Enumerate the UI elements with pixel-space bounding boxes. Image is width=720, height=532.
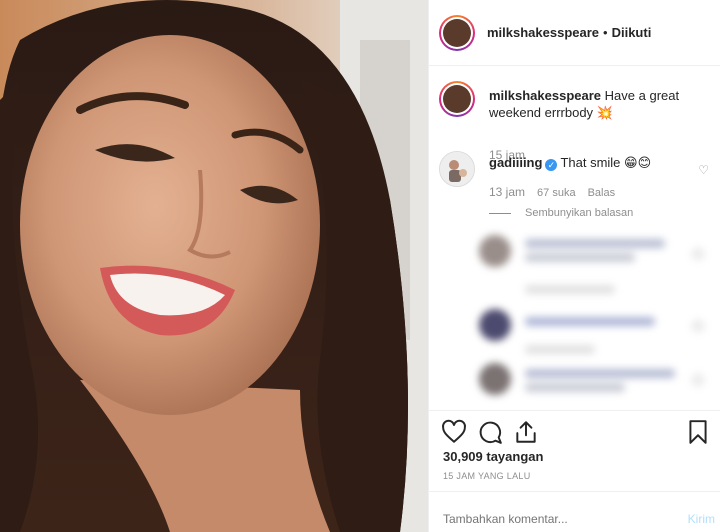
reply-line xyxy=(525,369,675,378)
view-count[interactable]: 30,909 tayangan xyxy=(443,449,543,464)
profile-picture xyxy=(443,85,471,113)
reply-line xyxy=(525,317,655,326)
profile-picture xyxy=(443,18,471,47)
post-sidebar: milkshakesspeare • Diikuti milkshakesspe… xyxy=(428,0,720,532)
reply-button[interactable]: Balas xyxy=(588,187,616,199)
hide-replies-label: Sembunyikan balasan xyxy=(525,207,634,219)
separator-dot: • xyxy=(603,25,608,40)
reply-heart-icon xyxy=(693,321,703,331)
comment-text: That smile 😁😊 xyxy=(560,155,652,170)
comment-meta: 13 jam 67 suka Balas xyxy=(489,185,615,199)
reply-meta-line xyxy=(525,285,615,294)
reply-heart-icon xyxy=(693,375,703,385)
commenter-avatar-image xyxy=(440,152,474,186)
comment-icon[interactable] xyxy=(477,419,503,445)
blurred-replies xyxy=(459,229,709,409)
divider-line xyxy=(489,212,511,214)
caption-avatar[interactable] xyxy=(439,81,475,117)
reply-meta-line xyxy=(525,345,595,354)
reply-avatar xyxy=(479,363,511,395)
commenter-avatar[interactable] xyxy=(439,151,475,187)
header-username[interactable]: milkshakesspeare xyxy=(487,25,599,40)
caption-username[interactable]: milkshakesspeare xyxy=(489,88,601,103)
commenter-username[interactable]: gadiiiing xyxy=(489,155,542,170)
reply-heart-icon xyxy=(693,249,703,259)
share-icon[interactable] xyxy=(513,419,539,445)
post-timestamp[interactable]: 15 JAM YANG LALU xyxy=(443,471,531,481)
post-comment-button[interactable]: Kirim xyxy=(688,512,715,526)
reply-avatar xyxy=(479,235,511,267)
comment-timestamp[interactable]: 13 jam xyxy=(489,185,525,199)
reply-line xyxy=(525,239,665,248)
comment-like-heart-icon[interactable]: ♡ xyxy=(698,163,709,177)
comment-likes[interactable]: 67 suka xyxy=(537,187,576,199)
heart-icon[interactable] xyxy=(441,419,467,445)
verified-badge-icon: ✓ xyxy=(545,159,558,171)
reply-line xyxy=(525,383,625,392)
avatar[interactable] xyxy=(439,14,475,51)
post-photo[interactable] xyxy=(0,0,428,532)
reply-line xyxy=(525,253,635,262)
add-comment-bar: Kirim xyxy=(429,491,720,532)
reply-avatar xyxy=(479,309,511,341)
hide-replies-button[interactable]: Sembunyikan balasan xyxy=(489,207,633,219)
post-header: milkshakesspeare • Diikuti xyxy=(429,0,720,66)
bookmark-icon[interactable] xyxy=(685,419,711,445)
action-bar: 30,909 tayangan 15 JAM YANG LALU xyxy=(429,410,720,490)
comments-section[interactable]: milkshakesspeare Have a great weekend er… xyxy=(429,67,720,410)
follow-status-button[interactable]: Diikuti xyxy=(612,25,652,40)
comment-input[interactable] xyxy=(443,512,663,526)
portrait-image xyxy=(0,0,428,532)
